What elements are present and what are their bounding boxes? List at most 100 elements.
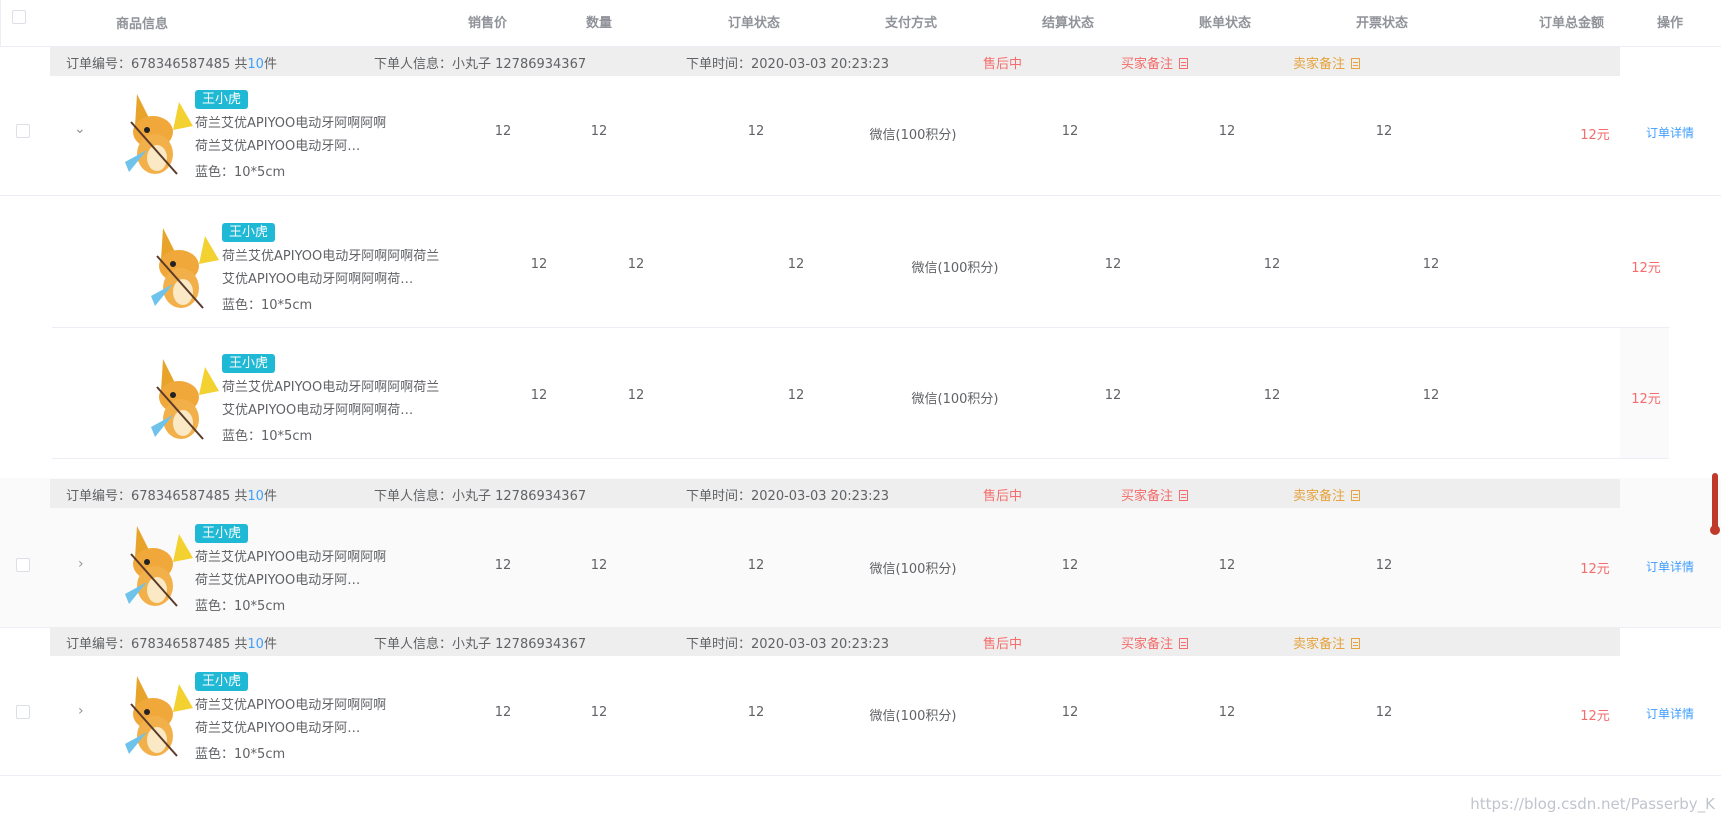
cell-invoice: 12 xyxy=(1422,257,1440,272)
buyer-note[interactable]: 买家备注 xyxy=(1121,485,1189,504)
product-spec: 蓝色：10*5cm xyxy=(195,747,286,762)
shop-tag: 王小虎 xyxy=(195,672,249,691)
seller-note[interactable]: 卖家备注 xyxy=(1293,633,1361,652)
cell-quantity: 12 xyxy=(627,257,645,272)
product-spec: 蓝色：10*5cm xyxy=(195,165,286,180)
cell-total: 12元 xyxy=(1631,392,1661,407)
header-action: 操作 xyxy=(1657,16,1684,31)
order-status-badge: 售后中 xyxy=(983,489,1023,504)
note-icon xyxy=(1351,58,1361,69)
cell-quantity: 12 xyxy=(627,388,645,403)
header-invoice-status: 开票状态 xyxy=(1356,16,1409,31)
note-icon xyxy=(1179,490,1189,501)
cell-payment: 微信(100积分) xyxy=(869,562,957,577)
seller-note[interactable]: 卖家备注 xyxy=(1293,53,1361,72)
buyer-info: 下单人信息：小丸子 12786934367 xyxy=(374,637,587,652)
cell-bill: 12 xyxy=(1218,558,1236,573)
cell-order-status: 12 xyxy=(747,705,765,720)
cell-invoice: 12 xyxy=(1375,705,1393,720)
sub-table-row: 王小虎 荷兰艾优APIYOO电动牙阿啊阿啊荷兰艾优APIYOO电动牙阿啊阿啊荷…… xyxy=(0,196,1721,327)
cell-order-status: 12 xyxy=(747,124,765,139)
cell-price: 12 xyxy=(494,124,512,139)
order-detail-link[interactable]: 订单详情 xyxy=(1646,558,1694,575)
table-row: › 王小虎 荷兰艾优APIYOO电动牙阿啊阿啊荷兰艾优APIYOO电动牙阿… 蓝… xyxy=(0,656,1721,775)
order-summary-strip: 订单编号：678346587485 共10件 下单人信息：小丸子 1278693… xyxy=(50,47,1620,76)
cell-bill: 12 xyxy=(1218,124,1236,139)
table-header: 商品信息 销售价 数量 订单状态 支付方式 结算状态 账单状态 开票状态 订单总… xyxy=(0,0,1721,47)
header-total-amount: 订单总金额 xyxy=(1539,16,1605,31)
product-image xyxy=(151,228,219,309)
shop-tag: 王小虎 xyxy=(222,223,276,242)
product-name[interactable]: 荷兰艾优APIYOO电动牙阿啊阿啊荷兰艾优APIYOO电动牙阿… xyxy=(195,546,395,592)
cell-price: 12 xyxy=(494,705,512,720)
row-checkbox[interactable] xyxy=(16,558,30,572)
row-checkbox[interactable] xyxy=(16,124,30,138)
order-status-badge: 售后中 xyxy=(983,57,1023,72)
cell-quantity: 12 xyxy=(590,558,608,573)
product-name[interactable]: 荷兰艾优APIYOO电动牙阿啊阿啊荷兰艾优APIYOO电动牙阿… xyxy=(195,112,395,158)
header-settlement-status: 结算状态 xyxy=(1042,16,1095,31)
seller-note[interactable]: 卖家备注 xyxy=(1293,485,1361,504)
note-icon xyxy=(1351,490,1361,501)
table-row: › 王小虎 荷兰艾优APIYOO电动牙阿啊阿啊荷兰艾优APIYOO电动牙阿… 蓝… xyxy=(0,508,1721,627)
select-all-checkbox[interactable] xyxy=(12,10,26,24)
product-image xyxy=(125,94,193,175)
cell-invoice: 12 xyxy=(1422,388,1440,403)
cell-bill: 12 xyxy=(1263,388,1281,403)
product-name[interactable]: 荷兰艾优APIYOO电动牙阿啊阿啊荷兰艾优APIYOO电动牙阿啊阿啊荷… xyxy=(222,376,452,422)
order-time: 下单时间：2020-03-03 20:23:23 xyxy=(686,57,890,72)
cell-total: 12元 xyxy=(1580,562,1610,577)
cell-total: 12元 xyxy=(1631,261,1661,276)
buyer-note[interactable]: 买家备注 xyxy=(1121,53,1189,72)
cell-settlement: 12 xyxy=(1104,257,1122,272)
product-spec: 蓝色：10*5cm xyxy=(222,298,313,313)
order-detail-link[interactable]: 订单详情 xyxy=(1646,705,1694,722)
chevron-right-icon[interactable]: › xyxy=(78,703,84,719)
vertical-scrollbar[interactable] xyxy=(1710,473,1720,535)
header-payment-method: 支付方式 xyxy=(885,16,938,31)
header-product-info: 商品信息 xyxy=(116,17,169,32)
table-row: ⌄ 王小虎 荷兰艾优APIYOO电动牙阿啊阿啊荷兰艾优APIYOO电动牙阿… 蓝… xyxy=(0,76,1721,195)
order-number: 订单编号：678346587485 共10件 xyxy=(66,637,277,652)
cell-settlement: 12 xyxy=(1061,558,1079,573)
row-checkbox[interactable] xyxy=(16,705,30,719)
header-quantity: 数量 xyxy=(586,16,613,31)
order-detail-link[interactable]: 订单详情 xyxy=(1646,124,1694,141)
shop-tag: 王小虎 xyxy=(195,524,249,543)
buyer-info: 下单人信息：小丸子 12786934367 xyxy=(374,57,587,72)
product-image xyxy=(151,359,219,440)
cell-order-status: 12 xyxy=(787,388,805,403)
cell-payment: 微信(100积分) xyxy=(911,392,999,407)
note-icon xyxy=(1179,638,1189,649)
product-name[interactable]: 荷兰艾优APIYOO电动牙阿啊阿啊荷兰艾优APIYOO电动牙阿啊阿啊荷… xyxy=(222,245,452,291)
chevron-right-icon[interactable]: › xyxy=(78,556,84,572)
header-order-status: 订单状态 xyxy=(728,16,781,31)
order-number: 订单编号：678346587485 共10件 xyxy=(66,489,277,504)
cell-quantity: 12 xyxy=(590,124,608,139)
product-spec: 蓝色：10*5cm xyxy=(195,599,286,614)
buyer-note[interactable]: 买家备注 xyxy=(1121,633,1189,652)
cell-invoice: 12 xyxy=(1375,124,1393,139)
header-bill-status: 账单状态 xyxy=(1199,16,1252,31)
cell-payment: 微信(100积分) xyxy=(911,261,999,276)
divider xyxy=(0,775,1721,776)
product-name[interactable]: 荷兰艾优APIYOO电动牙阿啊阿啊荷兰艾优APIYOO电动牙阿… xyxy=(195,694,395,740)
cell-order-status: 12 xyxy=(747,558,765,573)
cell-settlement: 12 xyxy=(1104,388,1122,403)
cell-payment: 微信(100积分) xyxy=(869,709,957,724)
cell-payment: 微信(100积分) xyxy=(869,128,957,143)
order-summary-strip: 订单编号：678346587485 共10件 下单人信息：小丸子 1278693… xyxy=(50,627,1620,656)
order-number: 订单编号：678346587485 共10件 xyxy=(66,57,277,72)
note-icon xyxy=(1351,638,1361,649)
cell-total: 12元 xyxy=(1580,128,1610,143)
product-image xyxy=(125,676,193,757)
shop-tag: 王小虎 xyxy=(222,354,276,373)
order-time: 下单时间：2020-03-03 20:23:23 xyxy=(686,489,890,504)
sub-table-row: 王小虎 荷兰艾优APIYOO电动牙阿啊阿啊荷兰艾优APIYOO电动牙阿啊阿啊荷…… xyxy=(0,328,1721,458)
cell-settlement: 12 xyxy=(1061,705,1079,720)
header-sale-price: 销售价 xyxy=(468,16,508,31)
cell-settlement: 12 xyxy=(1061,124,1079,139)
cell-order-status: 12 xyxy=(787,257,805,272)
cell-total: 12元 xyxy=(1580,709,1610,724)
chevron-down-icon[interactable]: ⌄ xyxy=(74,121,86,137)
